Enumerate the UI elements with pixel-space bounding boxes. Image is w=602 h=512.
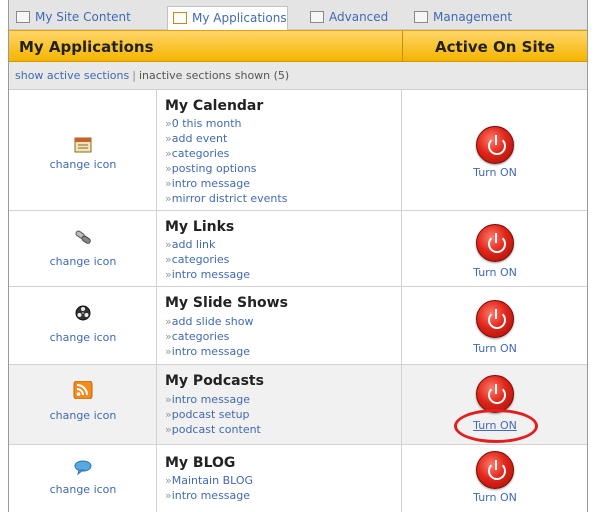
link-add-event[interactable]: add event: [165, 131, 287, 146]
app-title: My BLOG: [165, 455, 236, 471]
icon-cell: change icon: [9, 211, 157, 286]
power-button-icon[interactable]: [476, 300, 514, 338]
tab-management[interactable]: Management: [409, 6, 512, 30]
turn-on-link[interactable]: Turn ON: [403, 266, 587, 279]
change-icon-link[interactable]: change icon: [9, 331, 157, 344]
app-links: intro message podcast setup podcast cont…: [165, 392, 261, 437]
tab-advanced[interactable]: Advanced: [305, 6, 388, 30]
link-this-month[interactable]: 0 this month: [165, 116, 287, 131]
power-button-icon[interactable]: [476, 451, 514, 489]
link-categories[interactable]: categories: [165, 252, 250, 267]
links-icon: [75, 230, 91, 244]
app-details-cell: My Calendar 0 this month add event categ…: [158, 90, 402, 210]
table-header: My Applications Active On Site: [9, 30, 587, 62]
tab-label: Management: [433, 10, 513, 24]
link-intro-message[interactable]: intro message: [165, 344, 253, 359]
management-icon: [414, 11, 428, 23]
tab-label: My Applications: [192, 11, 287, 25]
link-podcast-content[interactable]: podcast content: [165, 422, 261, 437]
app-title: My Calendar: [165, 98, 264, 114]
link-add-slide-show[interactable]: add slide show: [165, 314, 254, 329]
link-podcast-setup[interactable]: podcast setup: [165, 407, 261, 422]
power-button-icon[interactable]: [476, 375, 514, 413]
link-posting-options[interactable]: posting options: [165, 161, 287, 176]
app-title: My Slide Shows: [165, 295, 288, 311]
show-active-sections-link[interactable]: show active sections: [15, 69, 129, 82]
active-cell: Turn ON: [403, 211, 587, 286]
link-intro-message[interactable]: intro message: [165, 267, 250, 282]
change-icon-link[interactable]: change icon: [9, 409, 157, 422]
icon-cell: change icon: [9, 90, 157, 210]
slideshow-icon: [75, 305, 91, 321]
app-row-slide-shows: change icon My Slide Shows add slide sho…: [9, 287, 587, 365]
rss-icon: [73, 381, 93, 399]
app-details-cell: My Slide Shows add slide show categories…: [158, 287, 402, 364]
advanced-icon: [310, 11, 324, 23]
active-cell: Turn ON: [403, 90, 587, 210]
site-content-icon: [16, 11, 30, 23]
turn-on-link[interactable]: Turn ON: [403, 342, 587, 355]
app-details-cell: My Podcasts intro message podcast setup …: [158, 365, 402, 444]
link-maintain-blog[interactable]: Maintain BLOG: [165, 473, 253, 488]
tab-label: Advanced: [329, 10, 389, 24]
applications-icon: [173, 12, 187, 24]
active-cell: Turn ON: [403, 445, 587, 512]
icon-cell: change icon: [9, 365, 157, 444]
app-links: add slide show categories intro message: [165, 314, 254, 359]
link-intro-message[interactable]: intro message: [165, 392, 261, 407]
app-details-cell: My Links add link categories intro messa…: [158, 211, 402, 286]
icon-cell: change icon: [9, 287, 157, 364]
tab-label: My Site Content: [35, 10, 131, 24]
change-icon-link[interactable]: change icon: [9, 255, 157, 268]
app-title: My Podcasts: [165, 373, 264, 389]
filter-bar: show active sections | inactive sections s…: [9, 62, 587, 90]
link-intro-message[interactable]: intro message: [165, 176, 287, 191]
link-categories[interactable]: categories: [165, 146, 287, 161]
turn-on-link[interactable]: Turn ON: [403, 491, 587, 504]
link-add-link[interactable]: add link: [165, 237, 250, 252]
app-row-blog: change icon My BLOG Maintain BLOG intro …: [9, 445, 587, 512]
app-links: 0 this month add event categories postin…: [165, 116, 288, 206]
calendar-icon: [74, 137, 92, 153]
link-intro-message[interactable]: intro message: [165, 488, 253, 503]
turn-on-link[interactable]: Turn ON: [403, 166, 587, 179]
blog-icon: [74, 460, 92, 476]
change-icon-link[interactable]: change icon: [9, 158, 157, 171]
change-icon-link[interactable]: change icon: [9, 483, 157, 496]
app-title: My Links: [165, 219, 235, 235]
app-row-podcasts: change icon My Podcasts intro message po…: [9, 365, 587, 445]
header-active-on-site: Active On Site: [435, 38, 555, 56]
active-cell: Turn ON: [403, 287, 587, 364]
app-details-cell: My BLOG Maintain BLOG intro message: [158, 445, 402, 512]
inactive-sections-text: inactive sections shown (5): [138, 69, 290, 82]
link-categories[interactable]: categories: [165, 329, 253, 344]
app-links: add link categories intro message: [165, 237, 250, 282]
app-row-links: change icon My Links add link categories…: [9, 211, 587, 287]
active-cell: Turn ON: [403, 365, 587, 444]
power-button-icon[interactable]: [476, 224, 514, 262]
app-row-calendar: change icon My Calendar 0 this month add…: [9, 90, 587, 211]
power-button-icon[interactable]: [476, 126, 514, 164]
tab-bar: My Site Content My Applications Advanced…: [9, 0, 587, 31]
tab-my-site-content[interactable]: My Site Content: [11, 6, 131, 30]
tab-my-applications[interactable]: My Applications: [167, 6, 288, 31]
header-my-applications: My Applications: [19, 38, 154, 56]
link-mirror-district-events[interactable]: mirror district events: [165, 191, 288, 206]
highlight-circle: [454, 409, 538, 443]
icon-cell: change icon: [9, 445, 157, 512]
filter-separator: |: [132, 69, 136, 82]
app-links: Maintain BLOG intro message: [165, 473, 253, 503]
